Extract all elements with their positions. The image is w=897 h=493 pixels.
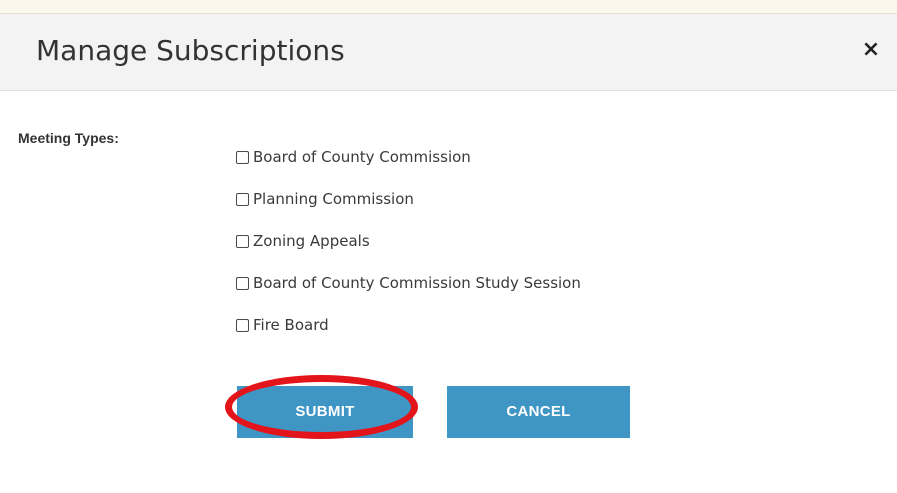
close-icon[interactable]: × [857, 35, 885, 65]
checkbox[interactable] [236, 150, 249, 164]
option-zoning-appeals[interactable]: Zoning Appeals [236, 220, 736, 262]
checkbox[interactable] [236, 276, 249, 290]
submit-button[interactable]: SUBMIT [237, 386, 413, 438]
option-label[interactable]: Planning Commission [253, 190, 414, 208]
checkbox[interactable] [236, 192, 249, 206]
option-fire-board[interactable]: Fire Board [236, 304, 736, 346]
option-planning-commission[interactable]: Planning Commission [236, 178, 736, 220]
option-board-of-county-commission[interactable]: Board of County Commission [236, 136, 736, 178]
checkbox[interactable] [236, 318, 249, 332]
dialog-title: Manage Subscriptions [36, 34, 345, 67]
meeting-types-options: Board of County Commission Planning Comm… [236, 136, 736, 346]
option-label[interactable]: Board of County Commission Study Session [253, 274, 581, 292]
checkbox[interactable] [236, 234, 249, 248]
option-label[interactable]: Board of County Commission [253, 148, 471, 166]
cancel-button[interactable]: CANCEL [447, 386, 630, 438]
meeting-types-label: Meeting Types: [18, 130, 119, 146]
dialog-header: Manage Subscriptions × [0, 14, 897, 91]
option-board-of-county-commission-study-session[interactable]: Board of County Commission Study Session [236, 262, 736, 304]
page-top-band [0, 0, 897, 14]
option-label[interactable]: Zoning Appeals [253, 232, 370, 250]
option-label[interactable]: Fire Board [253, 316, 329, 334]
